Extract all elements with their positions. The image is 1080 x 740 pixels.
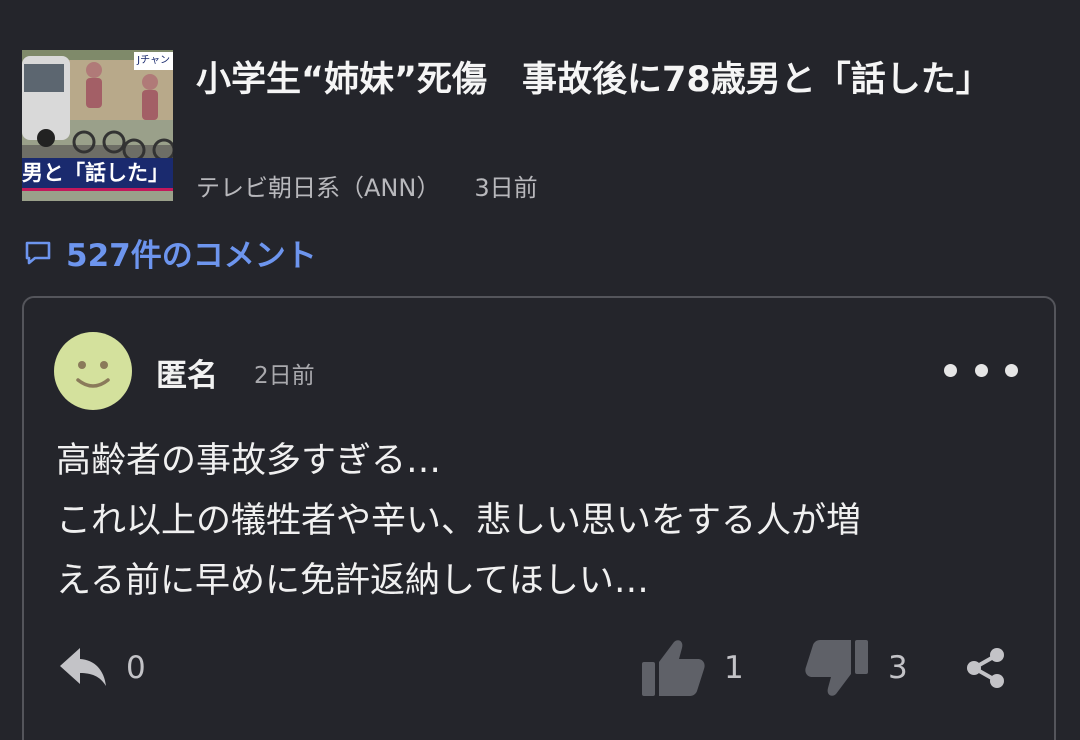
comment-line: える前に早めに免許返納してほしい… [56,561,649,601]
share-icon [967,648,1004,688]
article-meta: テレビ朝日系（ANN） 3日前 [196,168,538,203]
avatar[interactable] [54,332,132,410]
comments-link[interactable]: 527件のコメント [22,232,317,274]
article-source: テレビ朝日系（ANN） [196,174,441,202]
article-headline[interactable]: 小学生“姉妹”死傷 事故後に78歳男と「話した」 [196,55,1046,106]
article-thumbnail[interactable]: Jチャン 男と「話した」 [22,50,173,201]
comment-bubble-icon [25,241,51,265]
more-dot [944,363,957,377]
comment-time: 2日前 [254,363,315,389]
comment-author[interactable]: 匿名 [156,350,218,395]
thumbnail-caption: 男と「話した」 [22,158,173,191]
thumbs-up-icon [642,640,705,696]
comment-body: 高齢者の事故多すぎる… これ以上の犠牲者や辛い、悲しい思いをする人が増 える前に… [56,431,1036,611]
page: Jチャン 男と「話した」 小学生“姉妹”死傷 事故後に78歳男と「話した」 テレ… [0,0,1080,740]
thumbs-down-icon [805,640,868,696]
more-dots-icon[interactable] [944,356,1018,384]
comment-card: 匿名 2日前 高齢者の事故多すぎる… これ以上の犠牲者や辛い、悲しい思いをする人… [22,296,1056,740]
comment-line: 高齢者の事故多すぎる… [56,441,442,481]
comments-count-label: 527件のコメント [66,237,317,274]
channel-logo: Jチャン [134,52,173,70]
reply-count: 0 [126,650,146,686]
comment-line: これ以上の犠牲者や辛い、悲しい思いをする人が増 [56,501,862,541]
dislike-button[interactable]: 3 [804,636,908,700]
share-button[interactable] [964,636,1008,700]
more-dot [974,363,988,377]
reply-icon [60,648,106,686]
like-button[interactable]: 1 [640,636,744,700]
dislike-count: 3 [888,650,908,686]
more-dot [1005,363,1018,377]
article-time: 3日前 [474,174,538,202]
reply-button[interactable]: 0 [58,636,146,700]
like-count: 1 [724,650,744,686]
